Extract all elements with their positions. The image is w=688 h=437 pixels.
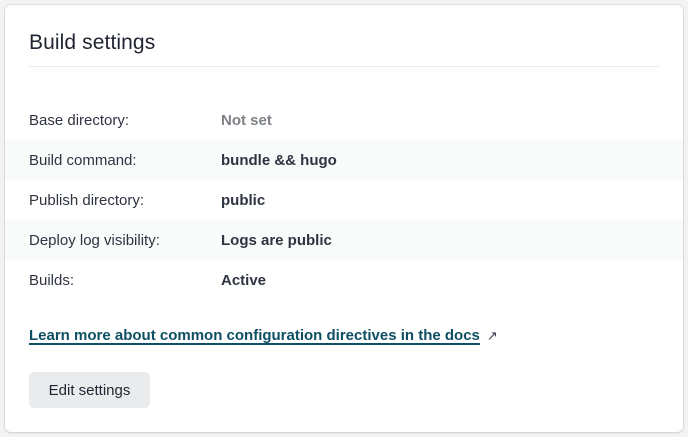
setting-value: Active bbox=[221, 271, 267, 289]
title-divider bbox=[29, 66, 659, 67]
setting-row-publish-directory: Publish directory: public bbox=[5, 180, 683, 220]
docs-link-text[interactable]: Learn more about common configuration di… bbox=[29, 327, 480, 344]
setting-row-builds: Builds: Active bbox=[5, 260, 683, 300]
setting-label: Deploy log visibility: bbox=[29, 231, 160, 249]
card-title: Build settings bbox=[29, 31, 156, 54]
setting-label: Base directory: bbox=[29, 111, 130, 129]
external-link-icon: ↗ bbox=[486, 327, 498, 343]
setting-label: Builds: bbox=[29, 271, 75, 289]
settings-list: Base directory: Not set Build command: b… bbox=[5, 100, 683, 300]
setting-value: Not set bbox=[221, 111, 272, 129]
build-settings-card: Build settings Base directory: Not set B… bbox=[5, 5, 683, 432]
setting-row-build-command: Build command: bundle && hugo bbox=[5, 140, 683, 180]
setting-value: bundle && hugo bbox=[221, 151, 337, 169]
setting-value: public bbox=[221, 191, 266, 209]
docs-link[interactable]: Learn more about common configuration di… bbox=[29, 327, 498, 344]
setting-row-base-directory: Base directory: Not set bbox=[5, 100, 683, 140]
setting-row-deploy-log-visibility: Deploy log visibility: Logs are public bbox=[5, 220, 683, 260]
setting-value: Logs are public bbox=[221, 231, 332, 249]
setting-label: Build command: bbox=[29, 151, 137, 169]
setting-label: Publish directory: bbox=[29, 191, 145, 209]
edit-settings-button[interactable]: Edit settings bbox=[29, 372, 150, 408]
